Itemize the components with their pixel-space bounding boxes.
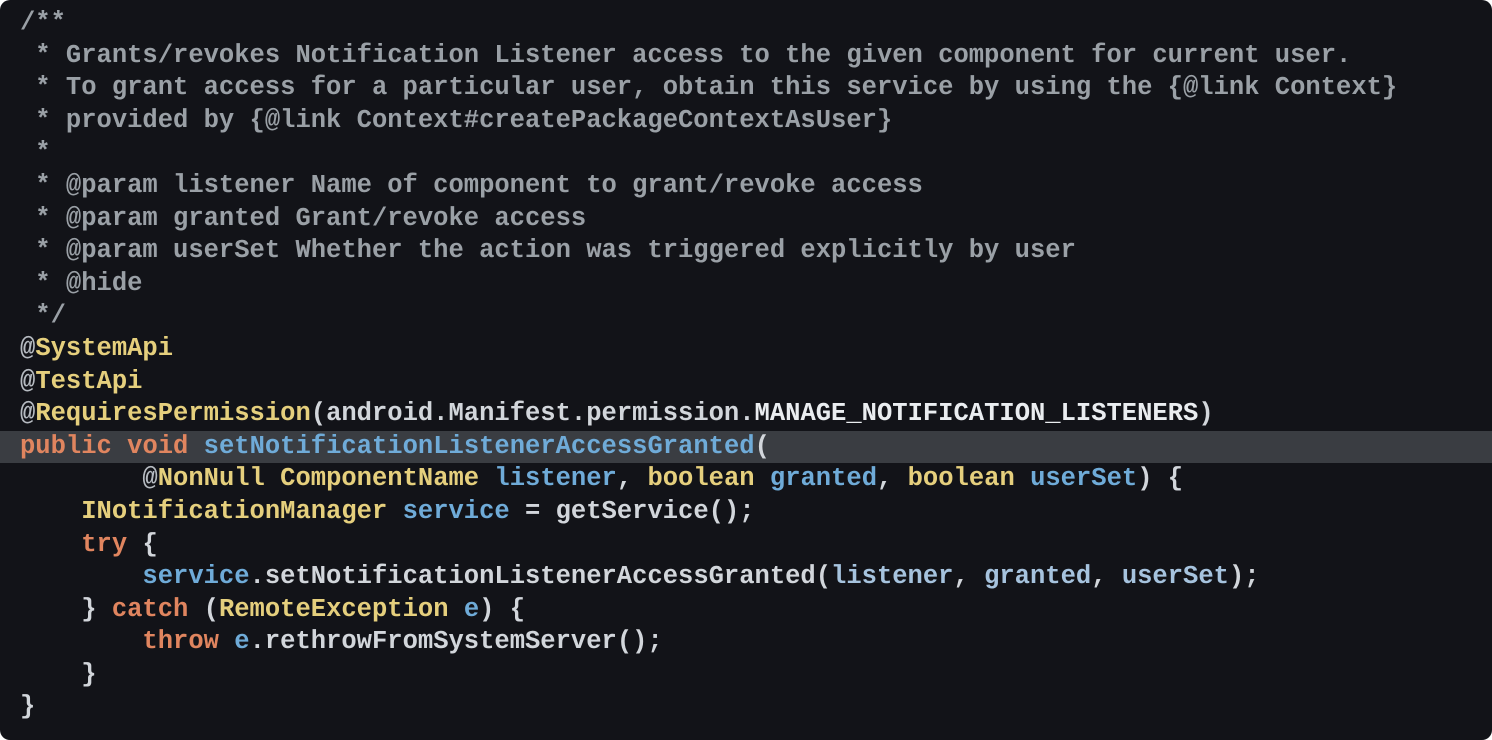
token-plain: [479, 464, 494, 493]
token-plain: .rethrowFromSystemServer();: [250, 627, 663, 656]
token-plain: (: [755, 432, 770, 461]
token-plain: ): [1198, 399, 1213, 428]
token-plain: }: [20, 692, 35, 721]
code-line[interactable]: * Grants/revokes Notification Listener a…: [0, 40, 1492, 73]
token-punct: @: [20, 367, 35, 396]
token-plain: (: [188, 595, 219, 624]
token-comment: * @param granted Grant/revoke access: [20, 204, 586, 233]
token-plain: (android.Manifest.permission.: [311, 399, 755, 428]
token-plain: [449, 595, 464, 624]
token-comment: * To grant access for a particular user,…: [20, 73, 1397, 102]
token-variable: e: [234, 627, 249, 656]
code-line[interactable]: * @param listener Name of component to g…: [0, 170, 1492, 203]
token-comment: * @param userSet Whether the action was …: [20, 236, 1076, 265]
token-plain: ,: [1091, 562, 1122, 591]
code-line[interactable]: }: [0, 691, 1492, 724]
token-keyword: catch: [112, 595, 189, 624]
token-plain: );: [1229, 562, 1260, 591]
token-plain: [1015, 464, 1030, 493]
code-line[interactable]: @RequiresPermission(android.Manifest.per…: [0, 398, 1492, 431]
code-line[interactable]: service.setNotificationListenerAccessGra…: [0, 561, 1492, 594]
code-line[interactable]: /**: [0, 7, 1492, 40]
code-line[interactable]: }: [0, 659, 1492, 692]
token-annotation: RequiresPermission: [35, 399, 310, 428]
code-line[interactable]: *: [0, 137, 1492, 170]
code-line[interactable]: try {: [0, 529, 1492, 562]
token-plain: [20, 497, 81, 526]
token-plain: [112, 432, 127, 461]
code-line[interactable]: * provided by {@link Context#createPacka…: [0, 105, 1492, 138]
token-plain: ,: [617, 464, 648, 493]
token-variable: service: [142, 562, 249, 591]
token-comment: * Grants/revokes Notification Listener a…: [20, 41, 1351, 70]
token-constant: MANAGE_NOTIFICATION_LISTENERS: [755, 399, 1199, 428]
token-plain: [387, 497, 402, 526]
token-type: boolean: [908, 464, 1015, 493]
code-line[interactable]: @TestApi: [0, 366, 1492, 399]
code-line[interactable]: */: [0, 300, 1492, 333]
token-plain: ,: [953, 562, 984, 591]
token-keyword: try: [81, 530, 127, 559]
token-plain: = getService();: [510, 497, 755, 526]
token-annotation: NonNull: [158, 464, 265, 493]
token-comment: */: [20, 301, 66, 330]
token-declaration: setNotificationListenerAccessGranted: [204, 432, 755, 461]
code-line[interactable]: * @param granted Grant/revoke access: [0, 203, 1492, 236]
code-line[interactable]: * @hide: [0, 268, 1492, 301]
token-type: RemoteException: [219, 595, 449, 624]
token-variable: userSet: [1030, 464, 1137, 493]
token-comment: /**: [20, 8, 66, 37]
token-argument: granted: [984, 562, 1091, 591]
token-plain: }: [20, 595, 112, 624]
token-plain: [20, 562, 142, 591]
code-line[interactable]: @NonNull ComponentName listener, boolean…: [0, 463, 1492, 496]
token-type: ComponentName: [280, 464, 479, 493]
token-plain: [188, 432, 203, 461]
token-comment: * @param listener Name of component to g…: [20, 171, 923, 200]
token-plain: ) {: [1137, 464, 1183, 493]
code-line[interactable]: * @param userSet Whether the action was …: [0, 235, 1492, 268]
token-keyword: void: [127, 432, 188, 461]
code-line[interactable]: @SystemApi: [0, 333, 1492, 366]
token-plain: {: [127, 530, 158, 559]
token-plain: }: [20, 660, 97, 689]
token-plain: [20, 530, 81, 559]
token-argument: userSet: [1122, 562, 1229, 591]
token-plain: [219, 627, 234, 656]
token-variable: listener: [494, 464, 616, 493]
code-line[interactable]: INotificationManager service = getServic…: [0, 496, 1492, 529]
token-punct: @: [20, 399, 35, 428]
token-plain: ,: [877, 464, 908, 493]
code-line[interactable]: throw e.rethrowFromSystemServer();: [0, 626, 1492, 659]
token-comment: * @hide: [20, 269, 142, 298]
token-variable: service: [403, 497, 510, 526]
token-plain: ) {: [479, 595, 525, 624]
token-plain: [755, 464, 770, 493]
code-line[interactable]: * To grant access for a particular user,…: [0, 72, 1492, 105]
token-variable: granted: [770, 464, 877, 493]
token-variable: e: [464, 595, 479, 624]
token-comment: * provided by {@link Context#createPacka…: [20, 106, 892, 135]
token-plain: [20, 464, 142, 493]
code-line-highlighted[interactable]: public void setNotificationListenerAcces…: [0, 431, 1492, 464]
token-annotation: TestApi: [35, 367, 142, 396]
code-editor: /** * Grants/revokes Notification Listen…: [0, 0, 1492, 740]
token-plain: [265, 464, 280, 493]
token-type: INotificationManager: [81, 497, 387, 526]
token-plain: .setNotificationListenerAccessGranted(: [250, 562, 832, 591]
code-line[interactable]: } catch (RemoteException e) {: [0, 594, 1492, 627]
token-punct: @: [142, 464, 157, 493]
token-comment: *: [20, 138, 51, 167]
token-annotation: SystemApi: [35, 334, 173, 363]
token-punct: @: [20, 334, 35, 363]
token-keyword: throw: [142, 627, 219, 656]
token-plain: [20, 627, 142, 656]
token-argument: listener: [831, 562, 953, 591]
token-keyword: public: [20, 432, 112, 461]
token-type: boolean: [647, 464, 754, 493]
